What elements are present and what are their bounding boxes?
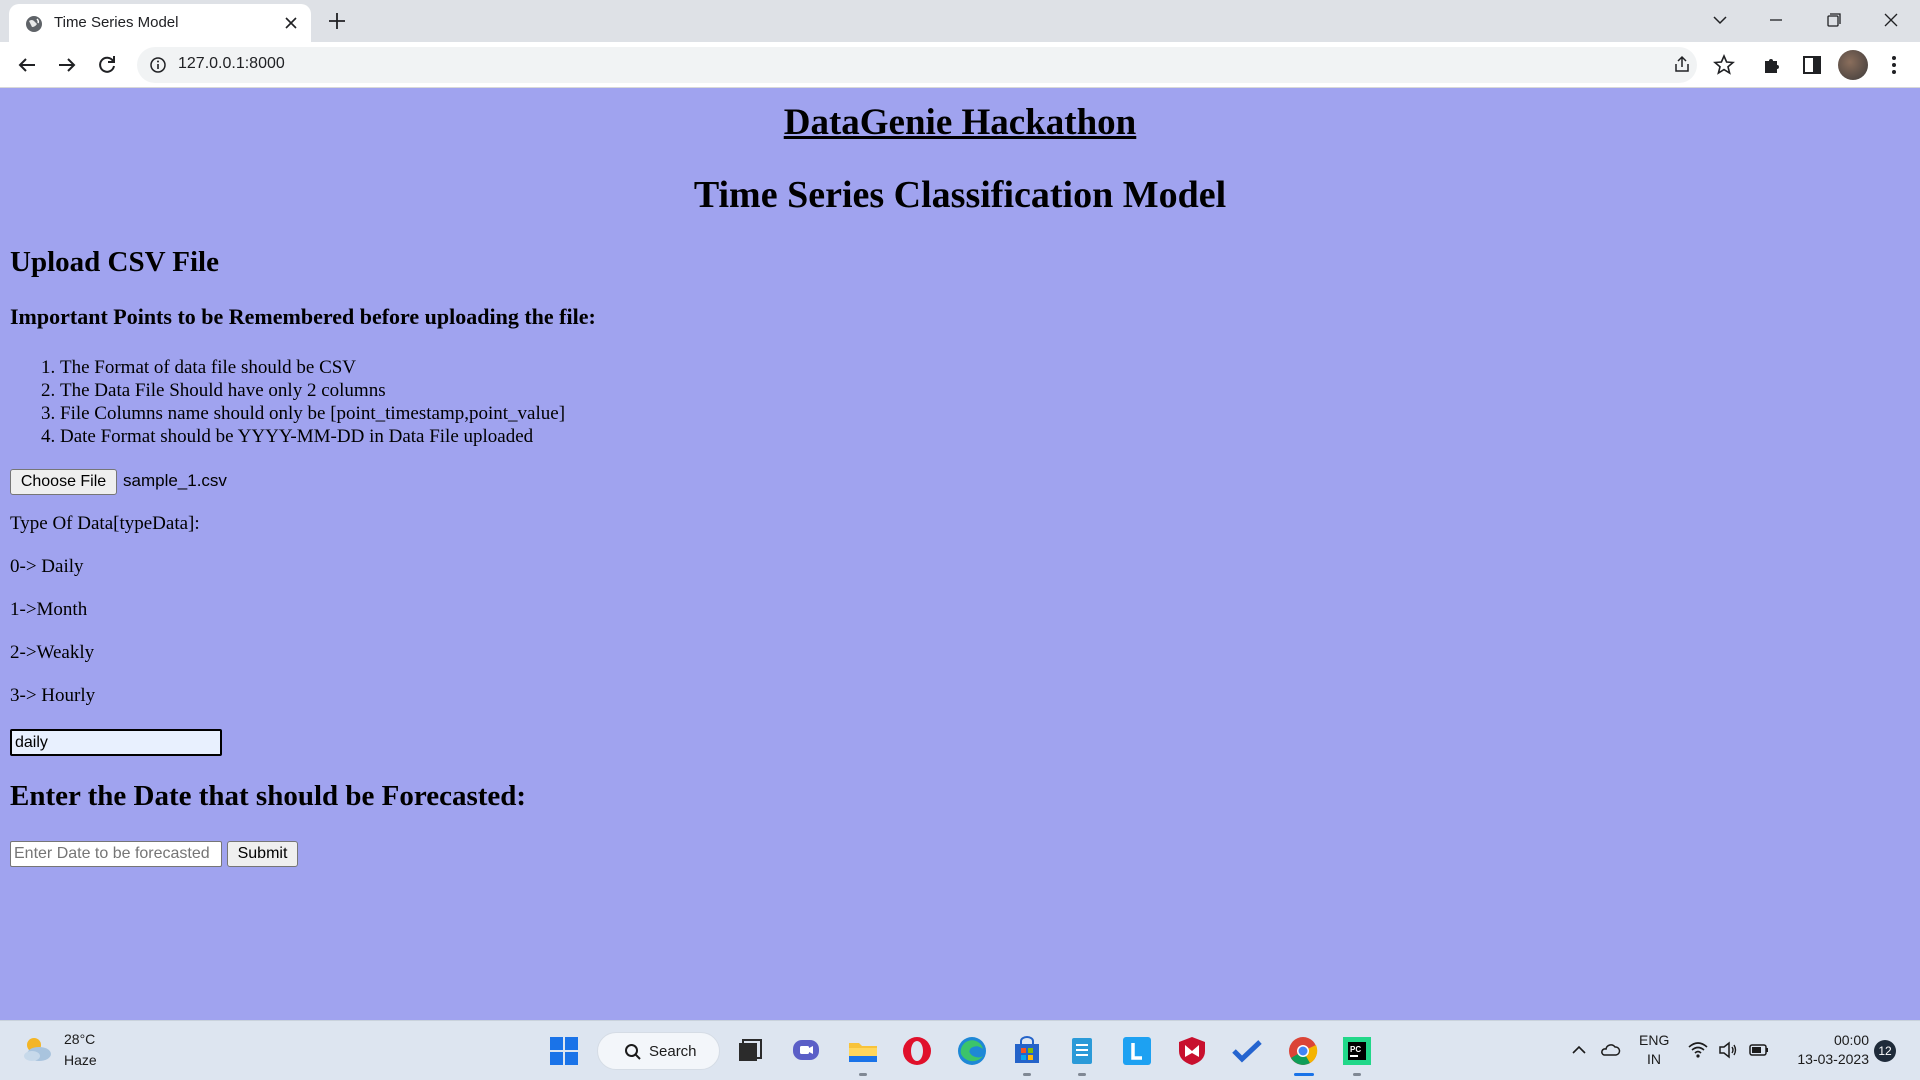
- minimize-icon[interactable]: [1762, 8, 1790, 32]
- todo-check-icon[interactable]: [1230, 1034, 1264, 1068]
- weather-temperature[interactable]: 28°C: [64, 1031, 95, 1047]
- type-option-hourly: 3-> Hourly: [10, 685, 96, 706]
- hackathon-title: DataGenie Hackathon: [783, 102, 1137, 143]
- region-code: IN: [1647, 1051, 1661, 1067]
- wifi-icon[interactable]: [1687, 1039, 1709, 1061]
- browser-tab[interactable]: Time Series Model: [9, 4, 311, 42]
- running-indicator: [859, 1073, 867, 1076]
- forward-arrow-icon[interactable]: [55, 53, 79, 77]
- more-menu-icon[interactable]: [1882, 53, 1906, 77]
- edge-icon[interactable]: [955, 1034, 989, 1068]
- running-indicator: [1353, 1073, 1361, 1076]
- rule-item: The Format of data file should be CSV: [60, 356, 565, 379]
- svg-text:PC: PC: [1350, 1045, 1361, 1054]
- tab-title: Time Series Model: [54, 14, 179, 31]
- close-tab-icon[interactable]: [281, 13, 301, 33]
- notification-count-badge[interactable]: 12: [1874, 1040, 1896, 1062]
- back-arrow-icon[interactable]: [15, 53, 39, 77]
- l-app-icon[interactable]: [1120, 1034, 1154, 1068]
- mcafee-shield-icon[interactable]: [1175, 1034, 1209, 1068]
- tab-search-chevron-icon[interactable]: [1706, 8, 1734, 32]
- side-panel-icon[interactable]: [1800, 53, 1824, 77]
- search-label: Search: [649, 1043, 697, 1060]
- clock-date: 13-03-2023: [1797, 1051, 1869, 1067]
- model-title: Time Series Classification Model: [693, 174, 1227, 216]
- windows-start-icon[interactable]: [547, 1034, 581, 1068]
- chrome-icon[interactable]: [1286, 1034, 1320, 1068]
- language-code: ENG: [1639, 1032, 1670, 1048]
- weather-haze-icon[interactable]: [20, 1033, 54, 1067]
- type-label: Type Of Data[typeData]:: [10, 513, 200, 534]
- system-clock[interactable]: 00:00 13-03-2023: [1783, 1031, 1869, 1069]
- selected-file-name: sample_1.csv: [123, 471, 227, 490]
- file-explorer-icon[interactable]: [846, 1034, 880, 1068]
- pycharm-icon[interactable]: PC: [1340, 1034, 1374, 1068]
- choose-file-button[interactable]: Choose File: [10, 469, 117, 495]
- weather-description[interactable]: Haze: [64, 1052, 97, 1068]
- rule-item: Date Format should be YYYY-MM-DD in Data…: [60, 425, 565, 448]
- share-icon[interactable]: [1672, 55, 1692, 75]
- battery-icon[interactable]: [1748, 1039, 1770, 1061]
- microsoft-store-icon[interactable]: [1010, 1034, 1044, 1068]
- url-text: 127.0.0.1:8000: [178, 55, 285, 72]
- date-heading: Enter the Date that should be Forecasted…: [10, 780, 527, 812]
- new-tab-icon[interactable]: [323, 9, 351, 33]
- active-indicator: [1294, 1073, 1314, 1076]
- reload-icon[interactable]: [95, 53, 119, 77]
- notepad-icon[interactable]: [1065, 1034, 1099, 1068]
- restore-icon[interactable]: [1819, 8, 1847, 32]
- running-indicator: [1023, 1073, 1031, 1076]
- forecast-date-input[interactable]: [10, 841, 222, 867]
- address-bar[interactable]: 127.0.0.1:8000: [137, 47, 1697, 83]
- input-language-indicator[interactable]: ENG IN: [1639, 1031, 1669, 1069]
- page-content: DataGenie Hackathon Time Series Classifi…: [0, 88, 1920, 1020]
- close-window-icon[interactable]: [1877, 8, 1905, 32]
- profile-avatar[interactable]: [1838, 50, 1868, 80]
- teams-chat-icon[interactable]: [789, 1034, 823, 1068]
- show-hidden-icons-chevron-icon[interactable]: [1568, 1039, 1590, 1061]
- search-icon: [625, 1044, 641, 1060]
- volume-icon[interactable]: [1717, 1039, 1739, 1061]
- running-indicator: [1078, 1073, 1086, 1076]
- type-data-input[interactable]: [10, 729, 222, 756]
- submit-button[interactable]: Submit: [227, 841, 298, 867]
- browser-tab-bar: Time Series Model: [0, 0, 1920, 42]
- task-view-icon[interactable]: [733, 1034, 767, 1068]
- points-heading: Important Points to be Remembered before…: [10, 304, 596, 329]
- upload-heading: Upload CSV File: [10, 246, 219, 278]
- rule-item: The Data File Should have only 2 columns: [60, 379, 565, 402]
- extensions-puzzle-icon[interactable]: [1760, 53, 1784, 77]
- rule-item: File Columns name should only be [point_…: [60, 402, 565, 425]
- windows-taskbar: 28°C Haze Search PC ENG IN 00:00 13-03-2…: [0, 1020, 1920, 1080]
- clock-time: 00:00: [1833, 1032, 1869, 1048]
- browser-toolbar: 127.0.0.1:8000: [0, 42, 1920, 88]
- opera-icon[interactable]: [900, 1034, 934, 1068]
- taskbar-search[interactable]: Search: [597, 1032, 720, 1070]
- type-option-daily: 0-> Daily: [10, 556, 84, 577]
- onedrive-cloud-icon[interactable]: [1599, 1039, 1621, 1061]
- type-option-month: 1->Month: [10, 599, 88, 620]
- rules-list: The Format of data file should be CSV Th…: [10, 356, 565, 448]
- site-info-icon[interactable]: [149, 56, 167, 74]
- type-option-weekly: 2->Weakly: [10, 642, 95, 663]
- bookmark-star-icon[interactable]: [1712, 53, 1736, 77]
- globe-icon: [26, 16, 42, 32]
